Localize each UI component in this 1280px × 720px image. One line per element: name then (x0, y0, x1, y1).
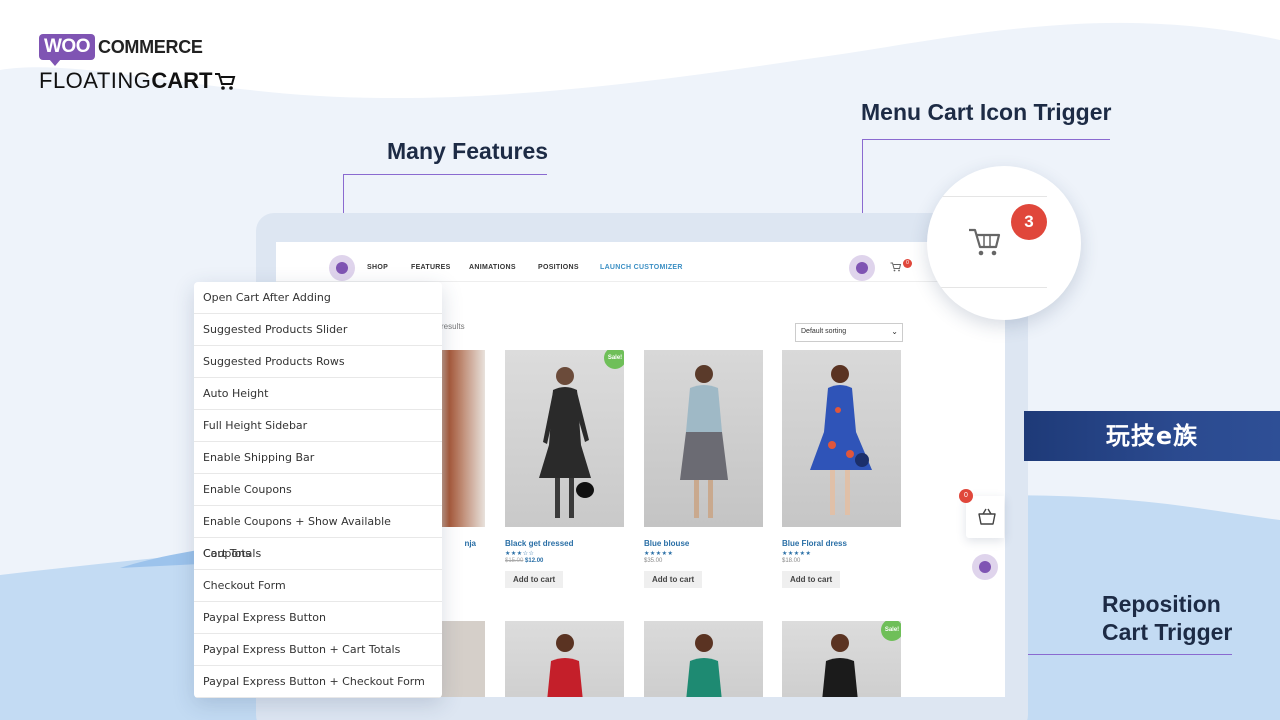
feature-item[interactable]: Paypal Express Button + Cart Totals (194, 634, 442, 666)
product-name[interactable]: Blue Floral dress (782, 539, 901, 548)
product-card[interactable]: Sale! (782, 621, 901, 697)
features-list: Open Cart After Adding Suggested Products… (194, 282, 442, 698)
product-card[interactable] (505, 621, 624, 697)
watermark-banner: 玩技e族 (1024, 411, 1280, 461)
feature-item[interactable]: Open Cart After Adding (194, 282, 442, 314)
menu-cart-trigger-dot[interactable] (849, 255, 875, 281)
feature-item[interactable]: Enable Coupons + Show Available Coupons (194, 506, 442, 560)
nav-positions[interactable]: POSITIONS (538, 264, 579, 271)
many-features-heading: Many Features (387, 138, 549, 164)
feature-item[interactable]: Auto Height (194, 378, 442, 410)
product-card[interactable]: Blue blouse ★★★★★ $35.00 Add to cart (644, 350, 763, 588)
add-to-cart-button[interactable]: Add to cart (782, 571, 841, 588)
product-sale-price: $12.00 (525, 558, 544, 564)
product-rating: ★★★☆☆ (505, 551, 535, 557)
features-trigger-dot[interactable] (329, 255, 355, 281)
product-price: $35.00 (644, 558, 663, 564)
cart-icon-zoom: 3 (927, 166, 1081, 320)
chevron-down-icon: ⌄ (891, 327, 898, 336)
feature-item[interactable]: Full Height Sidebar (194, 410, 442, 442)
product-rating: ★★★★★ (782, 551, 812, 557)
model-figure (810, 365, 872, 515)
feature-item[interactable]: Cart Totals (194, 538, 442, 570)
many-features-line-h (343, 174, 547, 175)
product-image[interactable] (644, 350, 763, 527)
product-card[interactable] (644, 621, 763, 697)
shop-navbar: SHOP FEATURES ANIMATIONS POSITIONS LAUNC… (276, 242, 1005, 282)
product-name[interactable]: Blue blouse (644, 539, 763, 548)
sort-select[interactable]: Default sorting ⌄ (795, 323, 903, 342)
product-image[interactable]: Sale! (782, 621, 901, 697)
nav-cart-icon[interactable] (890, 262, 902, 272)
model-figure (680, 365, 728, 518)
zoom-cart-icon[interactable] (967, 226, 1003, 258)
add-to-cart-button[interactable]: Add to cart (644, 571, 703, 588)
nav-features[interactable]: FEATURES (411, 264, 451, 271)
product-price: $15.00 $12.00 (505, 558, 624, 564)
nav-animations[interactable]: ANIMATIONS (469, 264, 516, 271)
product-image[interactable]: Sale! (505, 350, 624, 527)
nav-shop[interactable]: SHOP (367, 264, 388, 271)
product-card[interactable]: Sale! Black get dressed ★★★☆☆ $15.00 $12… (505, 350, 624, 588)
product-name[interactable]: Black get dressed (505, 539, 624, 548)
product-card[interactable]: Blue Floral dress ★★★★★ $18.00 Add to ca… (782, 350, 901, 588)
commerce-text: COMMERCE (98, 36, 203, 57)
sale-badge: Sale! (604, 350, 624, 369)
sale-badge: Sale! (881, 621, 901, 641)
nav-launch-customizer[interactable]: LAUNCH CUSTOMIZER (600, 264, 683, 271)
woo-badge: WOO (39, 34, 95, 66)
model-figure (686, 634, 722, 697)
nav-cart-badge: 0 (903, 259, 912, 268)
feature-item[interactable]: Suggested Products Slider (194, 314, 442, 346)
reposition-line1: Reposition (1102, 591, 1221, 617)
floating-cart-button[interactable] (966, 496, 1004, 538)
product-price: $18.00 (782, 558, 801, 564)
product-image[interactable] (644, 621, 763, 697)
feature-item[interactable]: Paypal Express Button + Checkout Form (194, 666, 442, 698)
sort-label: Default sorting (801, 328, 847, 335)
floating-cart-badge: 0 (959, 489, 973, 503)
reposition-trigger-dot[interactable] (972, 554, 998, 580)
model-figure (539, 367, 594, 518)
product-image[interactable] (505, 621, 624, 697)
menu-cart-line-h (862, 139, 1110, 140)
feature-item[interactable]: Checkout Form (194, 570, 442, 602)
add-to-cart-button[interactable]: Add to cart (505, 571, 564, 588)
brand-logo: WOO COMMERCE FLOATING CART (39, 34, 236, 94)
floating-text: FLOATING (39, 68, 152, 93)
feature-item[interactable]: Paypal Express Button (194, 602, 442, 634)
product-image[interactable] (782, 350, 901, 527)
feature-item[interactable]: Suggested Products Rows (194, 346, 442, 378)
zoom-cart-badge: 3 (1011, 204, 1047, 240)
product-old-price: $15.00 (505, 558, 524, 564)
logo-cart-icon (214, 73, 235, 90)
reposition-line2: Cart Trigger (1102, 619, 1233, 645)
model-figure (547, 634, 583, 697)
product-rating: ★★★★★ (644, 551, 674, 557)
feature-item[interactable]: Enable Shipping Bar (194, 442, 442, 474)
menu-cart-trigger-heading: Menu Cart Icon Trigger (861, 99, 1112, 125)
basket-icon (978, 508, 996, 525)
cart-text: CART (151, 68, 213, 93)
results-count: results (441, 322, 465, 331)
reposition-heading: Reposition Cart Trigger (1102, 590, 1232, 646)
feature-item[interactable]: Enable Coupons (194, 474, 442, 506)
